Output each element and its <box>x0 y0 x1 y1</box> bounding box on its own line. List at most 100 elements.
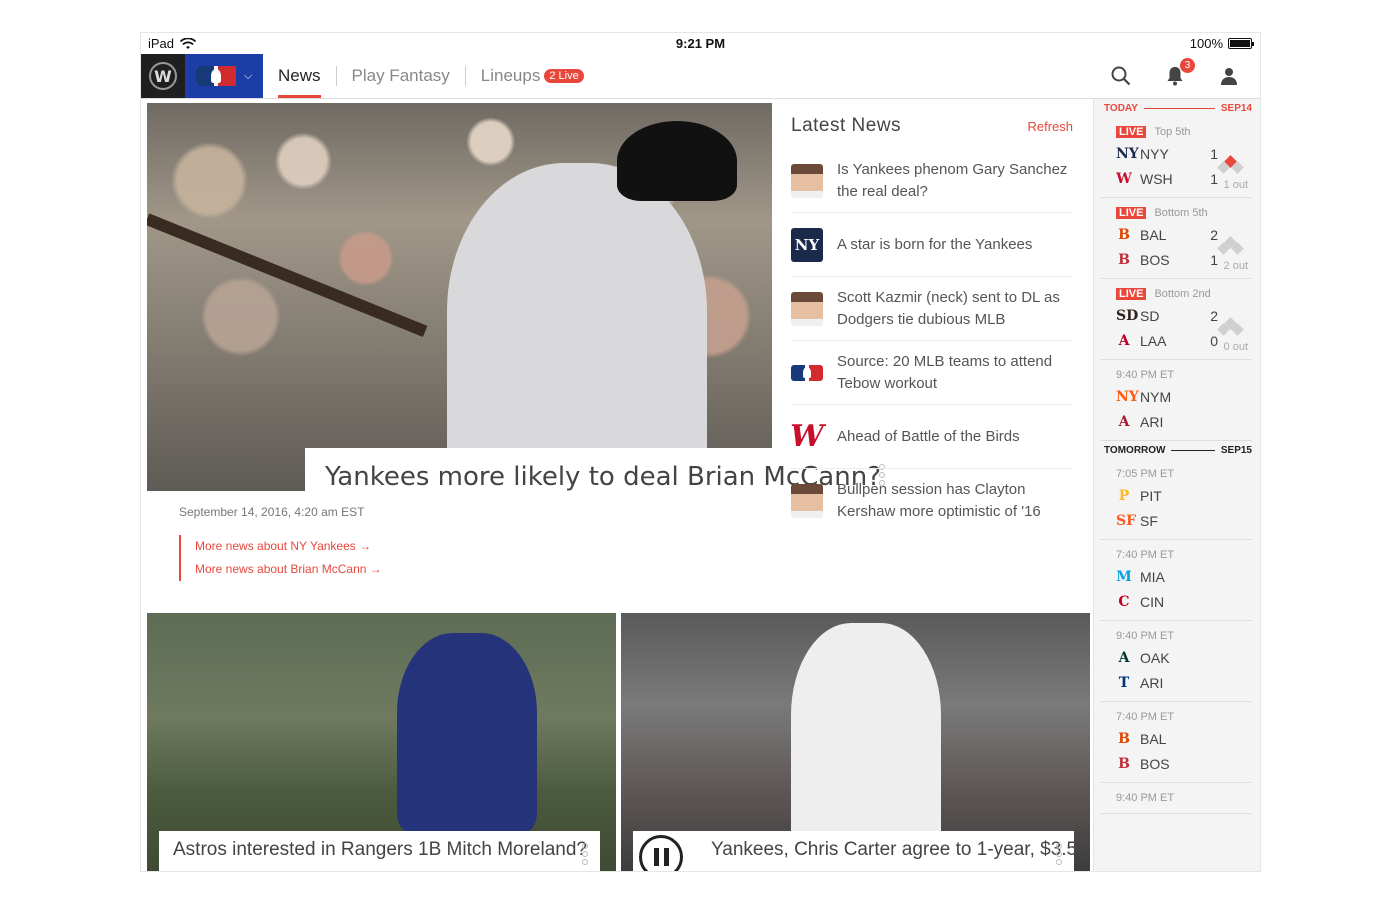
link-more-mccann[interactable]: More news about Brian McCann → <box>195 558 382 581</box>
player-photo-thumb <box>791 163 823 198</box>
bases-diamond-icon <box>1212 236 1244 256</box>
w-logo-icon: W <box>149 62 177 90</box>
search-button[interactable] <box>1110 65 1132 87</box>
team-row: B BOS <box>1116 751 1240 776</box>
notifications-button[interactable]: 3 <box>1164 58 1195 87</box>
news-list-item[interactable]: NY A star is born for the Yankees <box>791 213 1073 277</box>
live-badge: LIVE <box>1116 207 1147 219</box>
profile-button[interactable] <box>1218 65 1240 87</box>
game-status: 9:40 PM ET <box>1116 369 1175 381</box>
team-logo-icon: SD <box>1116 307 1139 324</box>
team-logo-icon: A <box>1118 413 1130 430</box>
news-headline: A star is born for the Yankees <box>837 235 1033 253</box>
mlb-logo-icon <box>791 356 823 390</box>
news-list-item[interactable]: Is Yankees phenom Gary Sanchez the real … <box>791 149 1073 213</box>
team-row: NY NYM <box>1116 384 1240 409</box>
day-date: SEP14 <box>1220 102 1252 114</box>
team-logo-icon: B <box>1118 251 1130 268</box>
team-abbr: MIA <box>1140 568 1165 585</box>
news-headline: Source: 20 MLB teams to attend Tebow wor… <box>837 352 1053 392</box>
player-figure <box>791 623 941 853</box>
refresh-button[interactable]: Refresh <box>1027 119 1073 134</box>
app-logo[interactable]: W <box>141 54 185 98</box>
game-score-item[interactable]: 7:40 PM ET B BAL B BOS <box>1100 702 1252 783</box>
team-abbr: SD <box>1140 307 1160 324</box>
team-abbr: BOS <box>1140 251 1170 268</box>
tab-news[interactable]: News <box>263 54 336 98</box>
league-selector[interactable]: ⌵ <box>185 54 263 98</box>
game-score-item[interactable]: 9:40 PM ET A OAK T ARI <box>1100 621 1252 702</box>
team-logo-icon: B <box>1118 755 1130 772</box>
player-photo-thumb <box>791 291 823 326</box>
notification-count-badge: 3 <box>1180 58 1195 73</box>
game-score-item[interactable]: 9:40 PM ET NY NYM A ARI <box>1100 360 1252 441</box>
bases-diamond-icon <box>1212 317 1244 337</box>
news-list-item[interactable]: Scott Kazmir (neck) sent to DL as Dodger… <box>791 277 1073 341</box>
pause-video-button[interactable] <box>639 835 683 871</box>
day-date: SEP15 <box>1220 444 1252 456</box>
latest-news-panel: Latest News Refresh Is Yankees phenom Ga… <box>790 115 1073 533</box>
team-abbr: BOS <box>1140 755 1170 772</box>
outs-count: 2 out <box>1223 260 1248 272</box>
day-label: TODAY <box>1104 102 1138 114</box>
nav-tabs: News Play Fantasy Lineups 2 Live <box>263 54 599 98</box>
lineups-live-badge: 2 Live <box>544 69 584 83</box>
tab-lineups[interactable]: Lineups 2 Live <box>466 54 599 98</box>
team-abbr: OAK <box>1140 649 1170 666</box>
divider <box>1171 449 1215 451</box>
game-score-item[interactable]: 9:40 PM ET <box>1100 783 1252 814</box>
team-abbr: CIN <box>1140 593 1165 610</box>
link-more-yankees[interactable]: More news about NY Yankees → <box>195 535 382 558</box>
game-score-item[interactable]: LIVE Bottom 2nd SD SD 2 A LAA 0 0 out <box>1100 279 1252 360</box>
live-badge: LIVE <box>1116 126 1147 138</box>
game-score-item[interactable]: 7:40 PM ET M MIA C CIN <box>1100 540 1252 621</box>
team-row: B BAL <box>1116 726 1240 751</box>
game-status: 7:40 PM ET <box>1116 711 1175 723</box>
ipad-screen: iPad 9:21 PM 100% W ⌵ News Play Fantasy <box>140 32 1261 872</box>
hero-image[interactable] <box>147 103 772 491</box>
player-figure <box>397 633 537 833</box>
team-logo-icon: W <box>1116 170 1132 187</box>
team-abbr: ARI <box>1140 674 1164 691</box>
news-list-item[interactable]: Bullpen session has Clayton Kershaw more… <box>791 469 1073 533</box>
tab-play-fantasy[interactable]: Play Fantasy <box>337 54 465 98</box>
team-logo-icon: B <box>1118 730 1130 747</box>
game-status: 7:05 PM ET <box>1116 468 1175 480</box>
game-status: 7:40 PM ET <box>1116 549 1175 561</box>
yankees-logo-icon: NY <box>791 227 823 262</box>
game-status: Bottom 2nd <box>1154 288 1211 300</box>
news-headline: Ahead of Battle of the Birds <box>837 427 1020 445</box>
live-badge: LIVE <box>1116 288 1147 300</box>
player-figure <box>447 163 707 491</box>
news-list-item[interactable]: Source: 20 MLB teams to attend Tebow wor… <box>791 341 1073 405</box>
team-abbr: NYY <box>1140 145 1169 162</box>
team-logo-icon: NY <box>1116 145 1139 162</box>
game-score-item[interactable]: LIVE Top 5th NY NYY 1 W WSH 1 1 out <box>1100 117 1252 198</box>
story-card[interactable]: Yankees, Chris Carter agree to 1-year, $… <box>621 613 1090 871</box>
nationals-logo-icon: W <box>790 419 824 454</box>
team-row: SF SF <box>1116 508 1240 533</box>
more-options-icon[interactable] <box>582 843 588 865</box>
day-label: TOMORROW <box>1104 444 1166 456</box>
status-time: 9:21 PM <box>675 36 726 51</box>
story-card[interactable]: Astros interested in Rangers 1B Mitch Mo… <box>147 613 616 871</box>
game-status: Bottom 5th <box>1154 207 1208 219</box>
related-links: More news about NY Yankees → More news a… <box>179 535 382 581</box>
user-icon <box>1221 68 1237 85</box>
game-score-item[interactable]: 7:05 PM ET P PIT SF SF <box>1100 459 1252 540</box>
team-logo-icon: SF <box>1116 512 1137 529</box>
news-list-item[interactable]: W Ahead of Battle of the Birds <box>790 405 1073 469</box>
team-abbr: SF <box>1140 512 1158 529</box>
team-row: P PIT <box>1116 483 1240 508</box>
team-logo-icon: C <box>1118 593 1130 610</box>
day-header: TODAY SEP14 <box>1094 99 1260 117</box>
scores-sidebar: TODAY SEP14 LIVE Top 5th NY NYY 1 W WSH 1 1 out LIV… <box>1093 99 1260 871</box>
team-abbr: WSH <box>1140 170 1173 187</box>
more-options-icon[interactable] <box>1056 843 1062 865</box>
search-icon <box>1111 66 1131 86</box>
status-bar: iPad 9:21 PM 100% <box>141 33 1260 54</box>
news-headline: Bullpen session has Clayton Kershaw more… <box>837 481 1041 520</box>
outs-count: 0 out <box>1223 341 1248 353</box>
game-score-item[interactable]: LIVE Bottom 5th B BAL 2 B BOS 1 2 out <box>1100 198 1252 279</box>
top-nav: W ⌵ News Play Fantasy Lineups 2 Live 3 <box>141 54 1260 99</box>
